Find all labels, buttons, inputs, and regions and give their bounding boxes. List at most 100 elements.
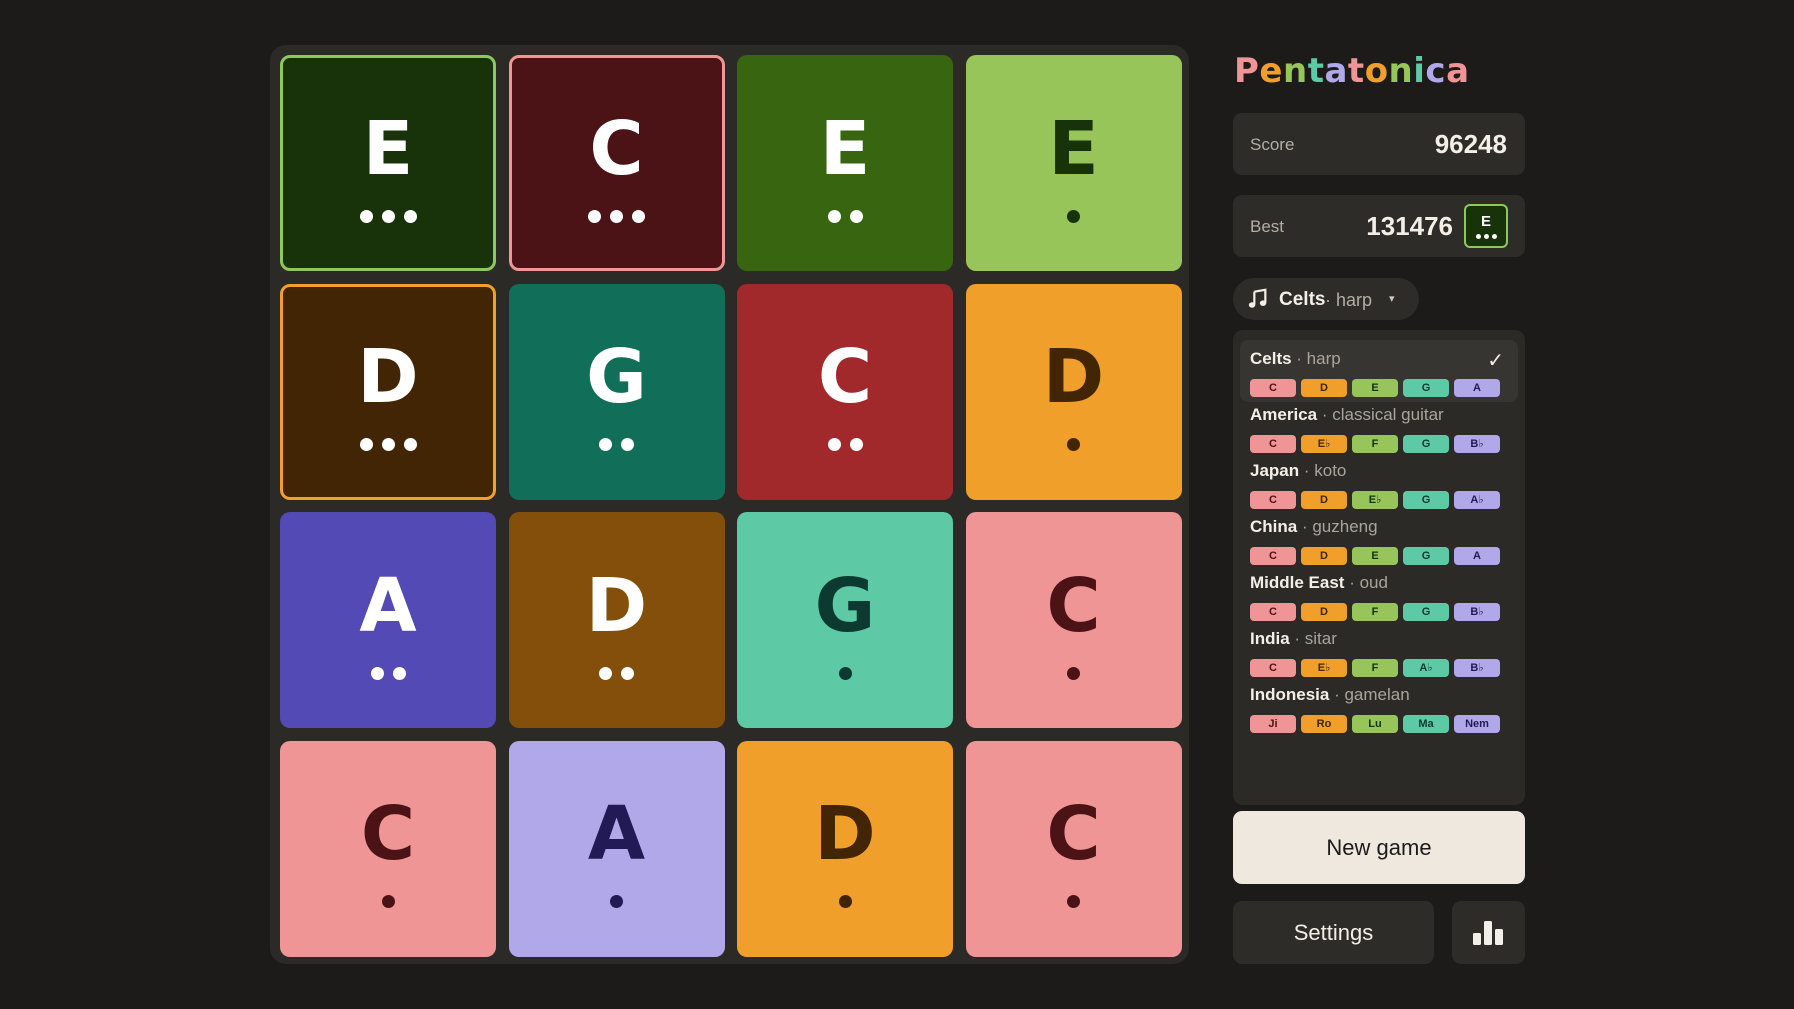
scale-option[interactable]: China · guzheng C D E G A	[1240, 508, 1518, 570]
note-chip: A♭	[1454, 491, 1500, 509]
scale-name: China	[1250, 517, 1298, 536]
scale-instrument: · classical guitar	[1317, 405, 1444, 424]
octave-dot	[610, 209, 623, 223]
scale-option-label: India · sitar	[1250, 629, 1337, 649]
title-letter: t	[1347, 51, 1365, 91]
title-letter: e	[1259, 51, 1283, 91]
board-tile[interactable]: C	[280, 740, 496, 957]
settings-button[interactable]: Settings	[1233, 901, 1434, 964]
chevron-down-icon: ▾	[1389, 293, 1395, 305]
tile-octave-dots	[827, 438, 863, 451]
octave-dot	[381, 438, 395, 451]
octave-dot	[1067, 438, 1080, 451]
octave-dot	[827, 438, 841, 451]
title-letter: t	[1307, 51, 1325, 91]
board-tile[interactable]: C	[965, 740, 1182, 957]
scale-option[interactable]: Middle East · oud C D F G B♭	[1240, 564, 1518, 626]
board-tile[interactable]: C	[965, 512, 1182, 728]
scale-option-label: Indonesia · gamelan	[1250, 685, 1410, 705]
octave-dot	[381, 209, 395, 223]
tile-note: G	[586, 334, 647, 420]
app-title: Pentatonica	[1234, 51, 1525, 103]
note-chip: Ma	[1403, 715, 1449, 733]
board-tile[interactable]: D	[280, 283, 496, 500]
scale-option[interactable]: India · sitar C E♭ F A♭ B♭	[1240, 620, 1518, 682]
note-chip: G	[1403, 379, 1449, 397]
board-tile[interactable]: A	[508, 740, 725, 957]
note-chip: B♭	[1454, 659, 1500, 677]
octave-dot	[632, 209, 645, 223]
scale-option-label: America · classical guitar	[1250, 405, 1444, 425]
tile-note: D	[814, 791, 876, 877]
note-chip: C	[1250, 379, 1296, 397]
board-tile[interactable]: D	[965, 283, 1182, 500]
scale-instrument: · sitar	[1289, 629, 1337, 648]
tile-octave-dots	[599, 438, 634, 451]
board-tile[interactable]: C	[508, 55, 725, 271]
tile-octave-dots	[599, 666, 634, 680]
board-tile[interactable]: G	[737, 512, 953, 728]
octave-dot	[1067, 209, 1080, 223]
note-chip: E♭	[1301, 435, 1347, 453]
title-letter: o	[1364, 51, 1389, 91]
note-chip: D	[1301, 491, 1347, 509]
score-value: 96248	[1434, 129, 1507, 159]
picker-instrument: · harp	[1325, 290, 1373, 310]
title-letter: a	[1324, 51, 1348, 91]
board-tile[interactable]: E	[737, 55, 953, 271]
tile-note: D	[585, 562, 648, 649]
tile-octave-dots	[370, 666, 406, 680]
octave-dot	[392, 666, 406, 680]
note-chip: G	[1403, 491, 1449, 509]
octave-dot	[849, 209, 863, 223]
note-chip: Ji	[1250, 715, 1296, 733]
board-tile[interactable]: E	[280, 55, 496, 271]
scale-instrument: · oud	[1344, 573, 1388, 592]
board-tile[interactable]: A	[280, 512, 496, 728]
best-panel: Best 131476 E	[1233, 195, 1525, 257]
note-chip: A	[1454, 547, 1500, 565]
note-chip: C	[1250, 547, 1296, 565]
scale-option-label: China · guzheng	[1250, 517, 1378, 537]
scale-option[interactable]: Indonesia · gamelan Ji Ro Lu Ma Nem	[1240, 676, 1518, 738]
octave-dot	[827, 209, 841, 223]
scale-notes: C D F G B♭	[1250, 603, 1500, 621]
board-tile[interactable]: D	[508, 512, 725, 728]
note-chip: C	[1250, 435, 1296, 453]
tile-note: E	[819, 105, 871, 192]
tile-octave-dots	[1067, 209, 1080, 223]
scale-option[interactable]: America · classical guitar C E♭ F G B♭	[1240, 396, 1518, 458]
scale-name: Celts	[1250, 349, 1292, 368]
board-tile[interactable]: D	[737, 740, 953, 957]
tile-note: C	[589, 105, 644, 192]
best-value: 131476	[1366, 211, 1453, 241]
scale-option[interactable]: Celts · harp ✓ C D E G A	[1240, 340, 1518, 402]
tile-note: D	[357, 334, 419, 420]
note-chip: F	[1352, 435, 1398, 453]
note-chip: B♭	[1454, 603, 1500, 621]
board-tile[interactable]: E	[965, 55, 1182, 271]
octave-dot	[610, 895, 623, 908]
tile-octave-dots	[827, 209, 863, 223]
note-chip: C	[1250, 659, 1296, 677]
board-tile[interactable]: C	[737, 283, 953, 500]
board-tile[interactable]: G	[508, 283, 725, 500]
scale-option[interactable]: Japan · koto C D E♭ G A♭	[1240, 452, 1518, 514]
new-game-button[interactable]: New game	[1233, 811, 1525, 884]
scale-instrument: · guzheng	[1297, 517, 1378, 536]
scale-notes: CDEGA	[1250, 547, 1500, 565]
tile-note: G	[814, 562, 876, 649]
octave-dot	[849, 438, 863, 451]
octave-dot	[359, 438, 373, 451]
octave-dot	[599, 438, 612, 451]
scale-notes: Ji Ro Lu Ma Nem	[1250, 715, 1500, 733]
scale-picker[interactable]: Celts · harp ▾	[1233, 278, 1419, 320]
stats-button[interactable]	[1452, 901, 1525, 964]
scale-name: Indonesia	[1250, 685, 1330, 704]
note-chip: F	[1352, 659, 1398, 677]
tile-note: E	[362, 105, 414, 192]
title-letter: a	[1446, 51, 1470, 91]
scale-option-label: Middle East · oud	[1250, 573, 1388, 593]
note-chip: D	[1301, 379, 1347, 397]
tile-octave-dots	[1067, 438, 1080, 451]
